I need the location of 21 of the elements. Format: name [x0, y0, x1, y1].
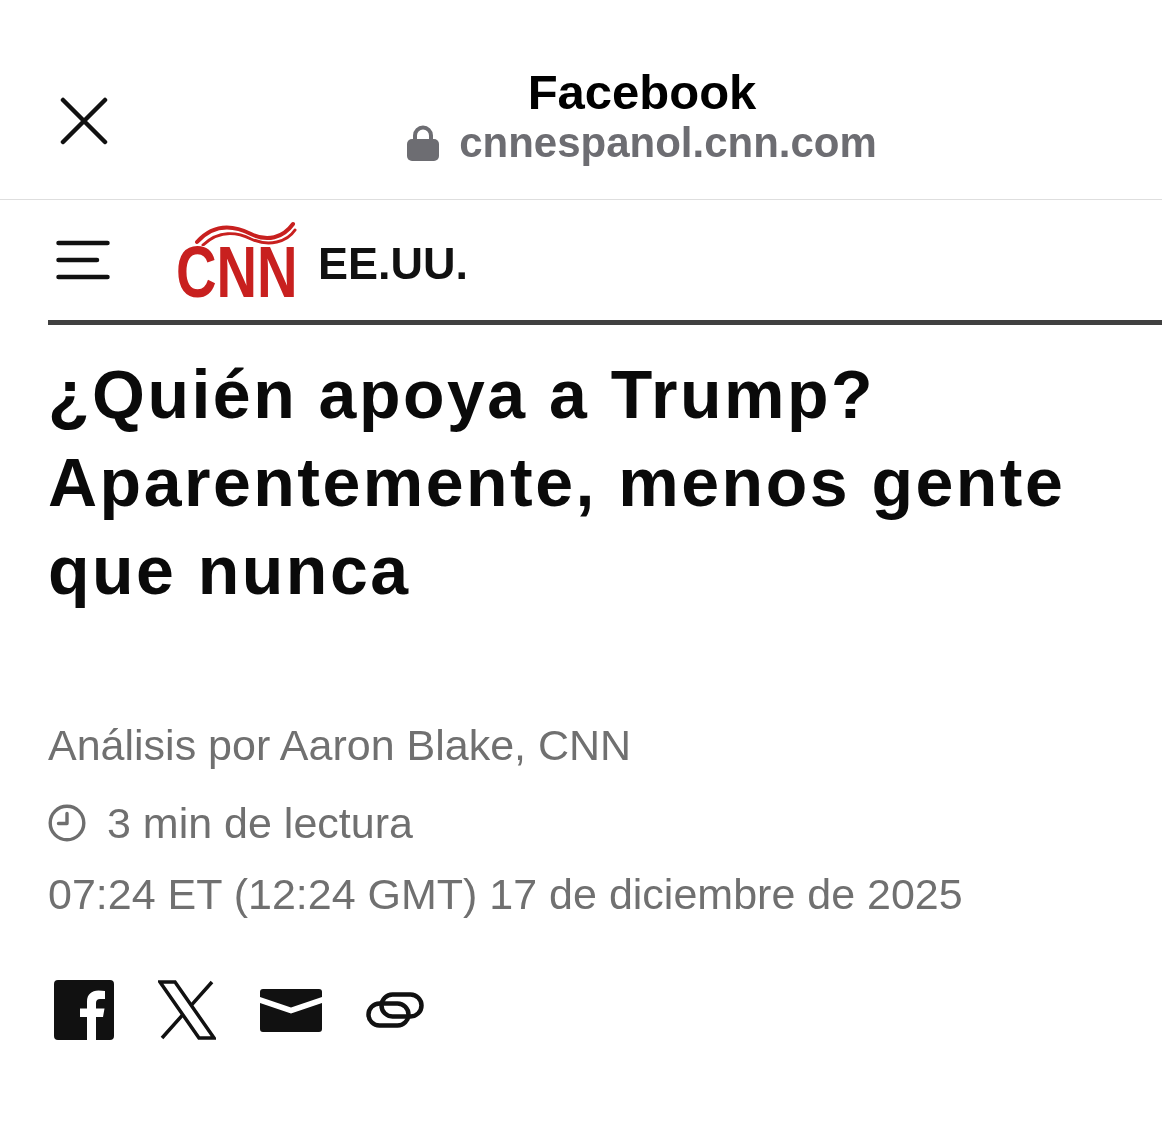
x-share-button[interactable]	[158, 980, 216, 1040]
envelope-icon	[260, 988, 322, 1032]
read-time: 3 min de lectura	[107, 798, 413, 848]
menu-button[interactable]	[56, 240, 110, 280]
close-icon	[60, 97, 108, 145]
x-logo-icon	[158, 980, 216, 1040]
copy-link-button[interactable]	[366, 992, 424, 1028]
clock-icon	[48, 804, 86, 842]
close-button[interactable]	[60, 97, 108, 145]
section-link[interactable]: EE.UU.	[318, 238, 469, 290]
chain-link-icon	[366, 992, 424, 1028]
facebook-icon	[54, 980, 114, 1040]
article-headline: ¿Quién apoya a Trump? Aparentemente, menos gente que nunca	[48, 355, 1067, 610]
cnn-logo[interactable]: CNN	[176, 218, 298, 302]
email-share-button[interactable]	[260, 988, 322, 1032]
timestamp: 07:24 ET (12:24 GMT) 17 de diciembre de 2025	[48, 869, 963, 919]
facebook-share-button[interactable]	[54, 980, 114, 1040]
byline: Análisis por Aaron Blake, CNN	[48, 720, 632, 770]
url-text: cnnespanol.cnn.com	[459, 120, 877, 166]
menu-icon	[56, 240, 110, 280]
page-title: Facebook	[527, 64, 757, 120]
